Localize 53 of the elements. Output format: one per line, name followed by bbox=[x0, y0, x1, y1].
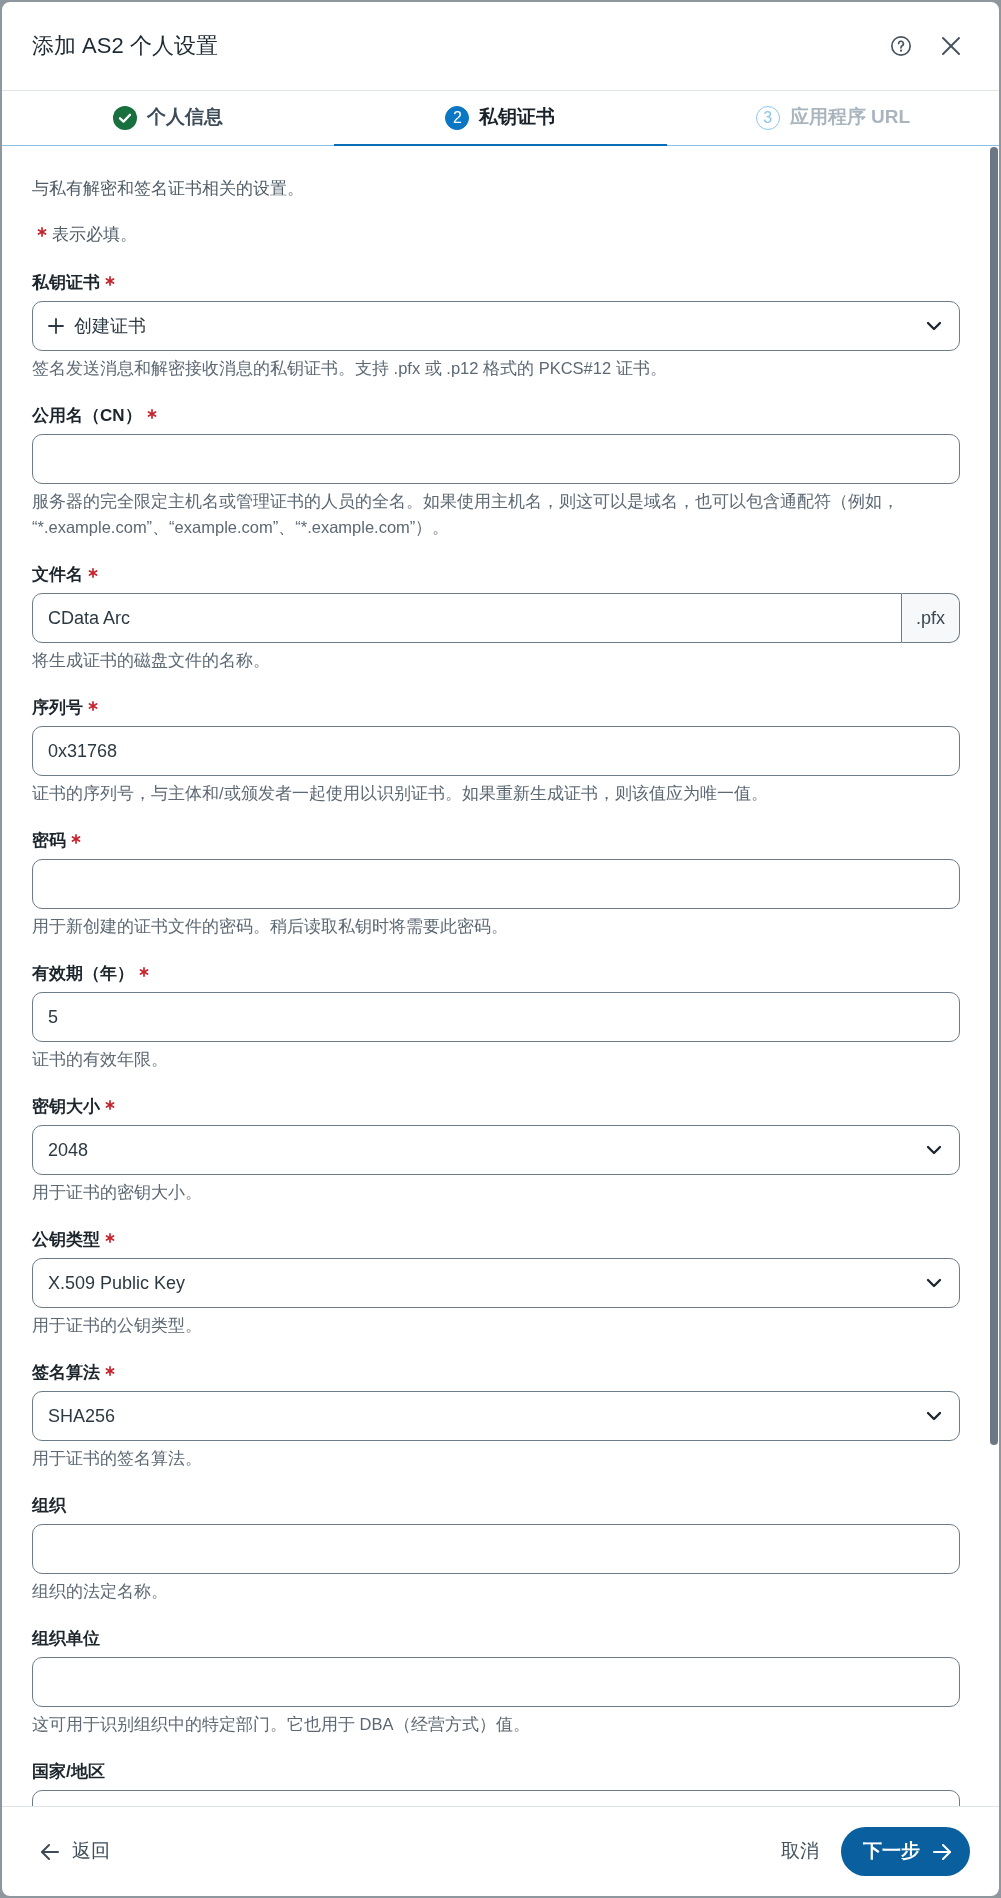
input-field[interactable] bbox=[32, 859, 960, 909]
help-text: 证书的序列号，与主体和/或颁发者一起使用以识别证书。如果重新生成证书，则该值应为唯一值。 bbox=[32, 783, 769, 804]
field-label: 公用名（CN） bbox=[32, 405, 142, 427]
help-text: 用于证书的公钥类型。 bbox=[32, 1315, 203, 1336]
dropdown-field[interactable]: X.509 Public Key bbox=[32, 1258, 960, 1308]
cancel-button[interactable]: 取消 bbox=[773, 1831, 827, 1872]
field-label: 私钥证书 bbox=[32, 272, 100, 294]
input-field[interactable]: 0x31768 bbox=[32, 726, 960, 776]
plus-icon bbox=[48, 318, 64, 334]
field-label: 组织 bbox=[32, 1495, 66, 1517]
help-text: 组织的法定名称。 bbox=[32, 1581, 169, 1602]
next-button[interactable]: 下一步 bbox=[841, 1827, 970, 1876]
input-field[interactable]: CData Arc bbox=[32, 593, 902, 643]
input-field[interactable] bbox=[32, 434, 960, 484]
step-tab[interactable]: 个人信息 bbox=[2, 91, 335, 146]
scrollbar-thumb[interactable] bbox=[990, 147, 998, 1445]
field-label: 组织单位 bbox=[32, 1628, 100, 1650]
help-text: 签名发送消息和解密接收消息的私钥证书。支持 .pfx 或 .p12 格式的 PKCS#12 证书。 bbox=[32, 358, 668, 379]
dropdown-field[interactable]: 创建证书 bbox=[32, 301, 960, 351]
help-text: 用于证书的签名算法。 bbox=[32, 1448, 203, 1469]
extension-suffix: .pfx bbox=[902, 593, 960, 643]
dropdown-field[interactable]: SHA256 bbox=[32, 1391, 960, 1441]
help-text: 将生成证书的磁盘文件的名称。 bbox=[32, 650, 271, 671]
close-icon bbox=[941, 36, 961, 56]
help-text: 用于新创建的证书文件的密码。稍后读取私钥时将需要此密码。 bbox=[32, 916, 509, 937]
arrow-left-icon bbox=[40, 1842, 60, 1861]
asterisk-icon bbox=[37, 227, 47, 237]
dropdown-field[interactable]: 2048 bbox=[32, 1125, 960, 1175]
field-label: 公钥类型 bbox=[32, 1229, 100, 1251]
input-field[interactable] bbox=[32, 1524, 960, 1574]
input-field[interactable]: 5 bbox=[32, 992, 960, 1042]
input-field[interactable] bbox=[32, 1657, 960, 1707]
arrow-right-icon bbox=[932, 1842, 952, 1861]
help-text: 用于证书的密钥大小。 bbox=[32, 1182, 203, 1203]
field-label: 签名算法 bbox=[32, 1362, 100, 1384]
dialog-title: 添加 AS2 个人设置 bbox=[32, 32, 219, 60]
field-label: 密钥大小 bbox=[32, 1096, 100, 1118]
help-text: 服务器的完全限定主机名或管理证书的人员的全名。如果使用主机名，则这可以是域名，也可以包含通配符（例如，“*.example.com”、“example.com”、“*.example.com”）。 bbox=[32, 491, 900, 538]
back-button[interactable]: 返回 bbox=[32, 1831, 118, 1872]
step-number: 2 bbox=[445, 105, 470, 130]
field-label: 文件名 bbox=[32, 564, 83, 586]
close-button[interactable] bbox=[941, 36, 961, 56]
intro-text: 与私有解密和签名证书相关的设置。 bbox=[32, 178, 305, 199]
field-label: 密码 bbox=[32, 830, 66, 852]
step-tab[interactable]: 2 私钥证书 bbox=[334, 91, 667, 146]
help-text: 这可用于识别组织中的特定部门。它也用于 DBA（经营方式）值。 bbox=[32, 1714, 531, 1735]
field-label: 国家/地区 bbox=[32, 1761, 105, 1783]
help-text: 证书的有效年限。 bbox=[32, 1049, 169, 1070]
field-label: 序列号 bbox=[32, 697, 83, 719]
help-icon bbox=[890, 35, 912, 57]
field-label: 有效期（年） bbox=[32, 963, 134, 985]
help-button[interactable] bbox=[890, 35, 912, 57]
required-note: 表示必填。 bbox=[52, 224, 137, 245]
